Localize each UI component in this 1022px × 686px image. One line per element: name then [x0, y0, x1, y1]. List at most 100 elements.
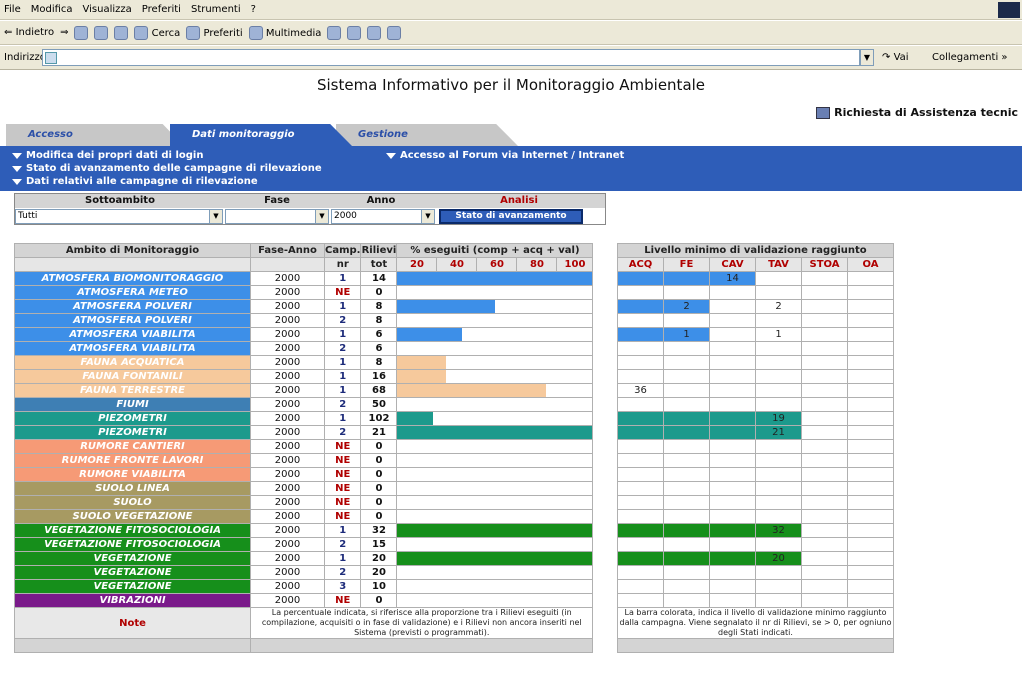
- link-modifica-login[interactable]: Modifica dei propri dati di login: [12, 150, 203, 161]
- progress-cell: [396, 509, 594, 524]
- menu-item[interactable]: ?: [251, 4, 256, 15]
- ambito-cell[interactable]: ATMOSFERA BIOMONITORAGGIO: [14, 271, 251, 286]
- validation-cell: [847, 271, 894, 286]
- ambito-cell[interactable]: FIUMI: [14, 397, 251, 412]
- validation-level-fill: [710, 552, 755, 565]
- tab-bar: Accesso Gestione Dati monitoraggio: [6, 124, 606, 146]
- validation-cell: [847, 299, 894, 314]
- validation-cell: [709, 495, 756, 510]
- menu-item[interactable]: Modifica: [31, 4, 73, 15]
- ambito-cell[interactable]: RUMORE CANTIERI: [14, 439, 251, 454]
- stop-icon[interactable]: [74, 25, 89, 40]
- link-forum[interactable]: Accesso al Forum via Internet / Intranet: [386, 150, 624, 161]
- validation-cell: [801, 509, 848, 524]
- page-icon: [45, 52, 57, 64]
- fase-anno-cell: 2000: [250, 439, 325, 454]
- ambito-cell[interactable]: PIEZOMETRI: [14, 425, 251, 440]
- links-button[interactable]: Collegamenti »: [932, 52, 1012, 63]
- multimedia-button[interactable]: Multimedia: [248, 25, 321, 40]
- validation-cell: [617, 271, 664, 286]
- validation-row: 20: [617, 551, 894, 566]
- ambito-cell[interactable]: VEGETAZIONE FITOSOCIOLOGIA: [14, 523, 251, 538]
- fase-select[interactable]: ▼: [225, 208, 329, 224]
- menu-item[interactable]: File: [4, 4, 21, 15]
- favorites-button[interactable]: Preferiti: [186, 25, 243, 40]
- ambito-cell[interactable]: VEGETAZIONE FITOSOCIOLOGIA: [14, 537, 251, 552]
- ambito-cell[interactable]: VIBRAZIONI: [14, 593, 251, 608]
- progress-cell: [396, 397, 594, 412]
- forward-icon[interactable]: ⇒: [60, 27, 68, 38]
- mail-icon[interactable]: [347, 25, 362, 40]
- tab-dati-monitoraggio[interactable]: Dati monitoraggio: [170, 124, 352, 146]
- ambito-cell[interactable]: VEGETAZIONE: [14, 579, 251, 594]
- link-dati-campagne[interactable]: Dati relativi alle campagne di rilevazio…: [12, 176, 258, 187]
- search-button[interactable]: Cerca: [134, 25, 180, 40]
- menu-item[interactable]: Preferiti: [142, 4, 181, 15]
- validation-cell: 2: [755, 299, 802, 314]
- ambito-cell[interactable]: RUMORE FRONTE LAVORI: [14, 453, 251, 468]
- ambito-cell[interactable]: VEGETAZIONE: [14, 565, 251, 580]
- home-icon[interactable]: [114, 25, 129, 40]
- ambito-cell[interactable]: ATMOSFERA VIABILITA: [14, 327, 251, 342]
- sottoambito-select[interactable]: Tutti ▼: [15, 208, 223, 224]
- validation-cell: [755, 313, 802, 328]
- windows-logo-icon: [998, 2, 1020, 18]
- tab-accesso[interactable]: Accesso: [6, 124, 184, 146]
- validation-row: [617, 397, 894, 412]
- note-left-text: La percentuale indicata, si riferisce al…: [249, 607, 594, 639]
- header-camp: Camp.: [323, 243, 362, 258]
- ambito-cell[interactable]: ATMOSFERA VIABILITA: [14, 341, 251, 356]
- print-icon[interactable]: [367, 25, 382, 40]
- address-input[interactable]: [42, 49, 860, 66]
- fase-anno-cell: 2000: [250, 481, 325, 496]
- validation-cell: [801, 481, 848, 496]
- validation-row: [617, 439, 894, 454]
- progress-cell: [396, 271, 594, 286]
- validation-level-fill: [618, 426, 663, 439]
- validation-cell: [847, 425, 894, 440]
- ambito-cell[interactable]: VEGETAZIONE: [14, 551, 251, 566]
- anno-select[interactable]: 2000 ▼: [331, 208, 435, 224]
- header-fase-anno: Fase-Anno: [250, 243, 325, 258]
- validation-cell: [801, 355, 848, 370]
- link-stato-avanzamento[interactable]: Stato di avanzamento delle campagne di r…: [12, 163, 322, 174]
- back-button[interactable]: ⇐ Indietro: [4, 27, 54, 38]
- stato-avanzamento-button[interactable]: Stato di avanzamento: [439, 208, 583, 224]
- ambito-cell[interactable]: SUOLO: [14, 495, 251, 510]
- history-icon[interactable]: [327, 25, 342, 40]
- ambito-cell[interactable]: RUMORE VIABILITA: [14, 467, 251, 482]
- validation-cell: [755, 495, 802, 510]
- tab-gestione[interactable]: Gestione: [336, 124, 518, 146]
- ambito-cell[interactable]: SUOLO LINEA: [14, 481, 251, 496]
- validation-cell: [801, 565, 848, 580]
- ambito-cell[interactable]: SUOLO VEGETAZIONE: [14, 509, 251, 524]
- validation-cell: [801, 593, 848, 608]
- camp-cell: 1: [323, 551, 362, 566]
- refresh-icon[interactable]: [94, 25, 109, 40]
- validation-row: [617, 537, 894, 552]
- validation-cell: [617, 467, 664, 482]
- menu-item[interactable]: Strumenti: [191, 4, 241, 15]
- browser-toolbar: ⇐ Indietro ⇒ Cerca Preferiti Multimedia: [0, 21, 1022, 45]
- fase-anno-cell: 2000: [250, 271, 325, 286]
- validation-cell: [663, 355, 710, 370]
- ambito-cell[interactable]: FAUNA FONTANILI: [14, 369, 251, 384]
- validation-cell: [847, 537, 894, 552]
- ambito-cell[interactable]: FAUNA TERRESTRE: [14, 383, 251, 398]
- ambito-cell[interactable]: ATMOSFERA POLVERI: [14, 313, 251, 328]
- ambito-cell[interactable]: ATMOSFERA METEO: [14, 285, 251, 300]
- ambito-cell[interactable]: PIEZOMETRI: [14, 411, 251, 426]
- edit-icon[interactable]: [387, 25, 402, 40]
- menu-item[interactable]: Visualizza: [83, 4, 132, 15]
- address-dropdown-icon[interactable]: ▼: [860, 49, 874, 66]
- go-button[interactable]: ↷ Vai: [882, 52, 932, 63]
- validation-row: [617, 579, 894, 594]
- ambito-cell[interactable]: FAUNA ACQUATICA: [14, 355, 251, 370]
- validation-cell: [663, 411, 710, 426]
- ambito-cell[interactable]: ATMOSFERA POLVERI: [14, 299, 251, 314]
- menu-bar: File Modifica Visualizza Preferiti Strumenti…: [0, 0, 1022, 20]
- validation-cell: [663, 341, 710, 356]
- validation-cell: [709, 593, 756, 608]
- assistance-link[interactable]: Richiesta di Assistenza tecnic: [816, 106, 1018, 119]
- validation-cell: [847, 495, 894, 510]
